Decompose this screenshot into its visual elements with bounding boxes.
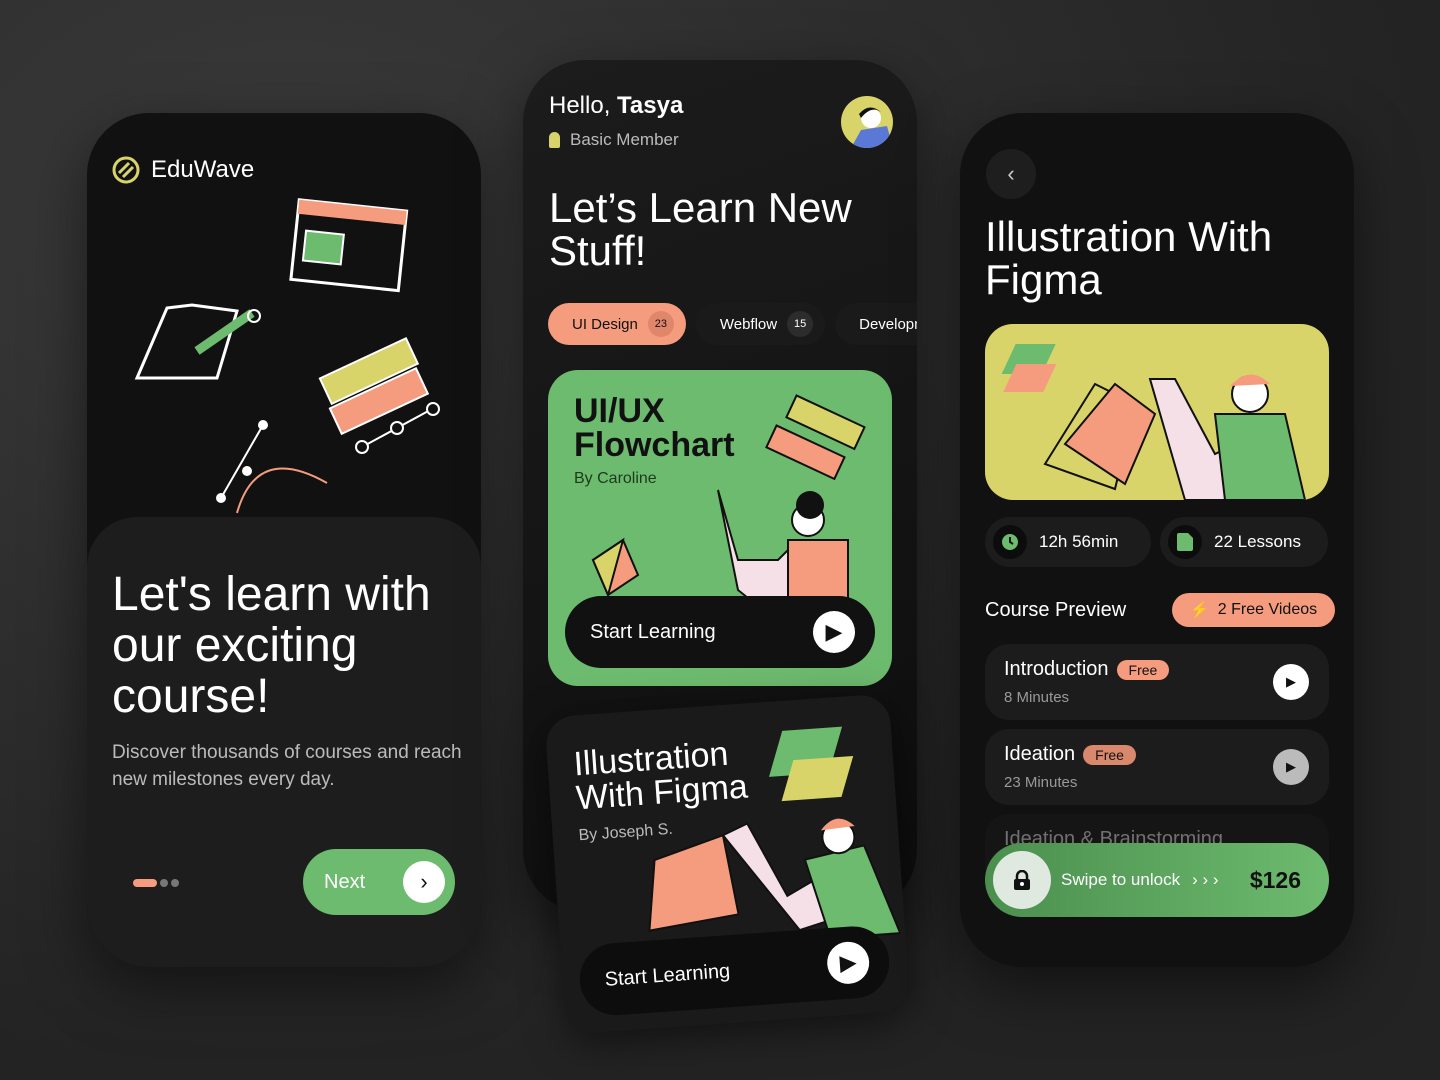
price: $126	[1249, 866, 1301, 893]
page-title: Let’s Learn New Stuff!	[549, 184, 852, 274]
course-card[interactable]: Illustration With Figma By Joseph S. Sta…	[544, 693, 911, 1035]
course-title: Illustration With Figma	[985, 213, 1273, 303]
duration-stat: 12h 56min	[985, 517, 1151, 567]
swipe-label: Swipe to unlock	[1061, 870, 1181, 889]
duration-value: 12h 56min	[1039, 532, 1119, 551]
logo-icon	[112, 156, 140, 184]
course-title: UI/UX Flowchart	[574, 392, 735, 464]
lock-icon[interactable]	[993, 851, 1051, 909]
membership-label: Basic Member	[570, 130, 679, 149]
onboarding-title: Let's learn with our exciting course!	[112, 568, 431, 723]
category-tabs: UI Design 23 Webflow 15 Development	[548, 303, 917, 345]
lesson-duration: 8 Minutes	[1004, 689, 1070, 706]
course-hero-image	[985, 324, 1329, 500]
tab-webflow[interactable]: Webflow 15	[695, 303, 826, 345]
tab-label: Webflow	[719, 315, 778, 333]
free-badge: Free	[1083, 744, 1136, 765]
brand-name: EduWave	[151, 156, 255, 183]
course-author: By Caroline	[574, 470, 657, 487]
course-detail-screen: ‹ Illustration With Figma 12h 56min 22 L…	[960, 113, 1354, 967]
medal-icon	[549, 132, 560, 148]
page-dot[interactable]	[133, 879, 157, 887]
document-icon	[1168, 525, 1202, 559]
play-icon: ▶	[825, 940, 871, 986]
chevron-left-icon: ‹	[1007, 161, 1015, 186]
tab-label: UI Design	[572, 315, 638, 333]
play-button[interactable]: ▶	[1273, 749, 1309, 785]
tab-count: 23	[647, 311, 674, 337]
next-button[interactable]: Next ›	[303, 849, 455, 915]
free-videos-label: 2 Free Videos	[1217, 601, 1318, 618]
tab-label: Development	[859, 315, 917, 333]
tab-ui-design[interactable]: UI Design 23	[548, 303, 686, 345]
brand-logo: EduWave	[111, 155, 254, 185]
lightning-icon: ⚡	[1189, 602, 1210, 619]
lesson-title: Ideation	[1004, 743, 1076, 765]
onboarding-panel: Let's learn with our exciting course! Di…	[87, 517, 481, 967]
next-label: Next	[324, 870, 366, 893]
course-card[interactable]: UI/UX Flowchart By Caroline Start Learni…	[548, 370, 892, 686]
lesson-title: Introduction	[1004, 658, 1109, 680]
lessons-stat: 22 Lessons	[1160, 517, 1328, 567]
start-label: Start Learning	[590, 620, 716, 643]
lessons-value: 22 Lessons	[1214, 532, 1301, 551]
clock-icon	[993, 525, 1027, 559]
play-button[interactable]: ▶	[1273, 664, 1309, 700]
play-icon: ▶	[813, 611, 855, 653]
onboarding-subtitle: Discover thousands of courses and reach …	[112, 742, 462, 790]
page-indicator[interactable]	[133, 879, 179, 887]
free-badge: Free	[1116, 659, 1170, 680]
start-label: Start Learning	[603, 959, 731, 991]
onboarding-screen: EduWave Let's learn with our exciting co…	[87, 113, 481, 967]
course-title: Illustration With Figma	[572, 734, 749, 818]
lesson-item[interactable]: Ideation Free 23 Minutes ▶	[985, 729, 1329, 805]
lesson-duration: 23 Minutes	[1004, 774, 1078, 791]
chevron-right-icon: ›	[403, 861, 445, 903]
back-button[interactable]: ‹	[986, 149, 1036, 199]
course-preview-heading: Course Preview	[985, 599, 1127, 621]
free-videos-badge[interactable]: ⚡ 2 Free Videos	[1172, 593, 1335, 627]
user-name: Tasya	[617, 92, 684, 119]
chevrons-right-icon: › › ›	[1192, 870, 1219, 889]
tab-development[interactable]: Development	[835, 303, 917, 345]
start-learning-button[interactable]: Start Learning ▶	[565, 596, 875, 668]
page-dot[interactable]	[171, 879, 179, 887]
greeting: Hello, Tasya	[549, 92, 683, 120]
swipe-to-unlock-slider[interactable]: Swipe to unlock › › › $126	[985, 843, 1329, 917]
lesson-item[interactable]: Introduction Free 8 Minutes ▶	[985, 644, 1329, 720]
tab-count: 15	[787, 311, 814, 337]
page-dot[interactable]	[160, 879, 168, 887]
membership: Basic Member	[549, 130, 679, 150]
onboarding-illustration	[134, 198, 440, 514]
avatar[interactable]	[841, 96, 893, 148]
greeting-text: Hello,	[549, 92, 611, 119]
